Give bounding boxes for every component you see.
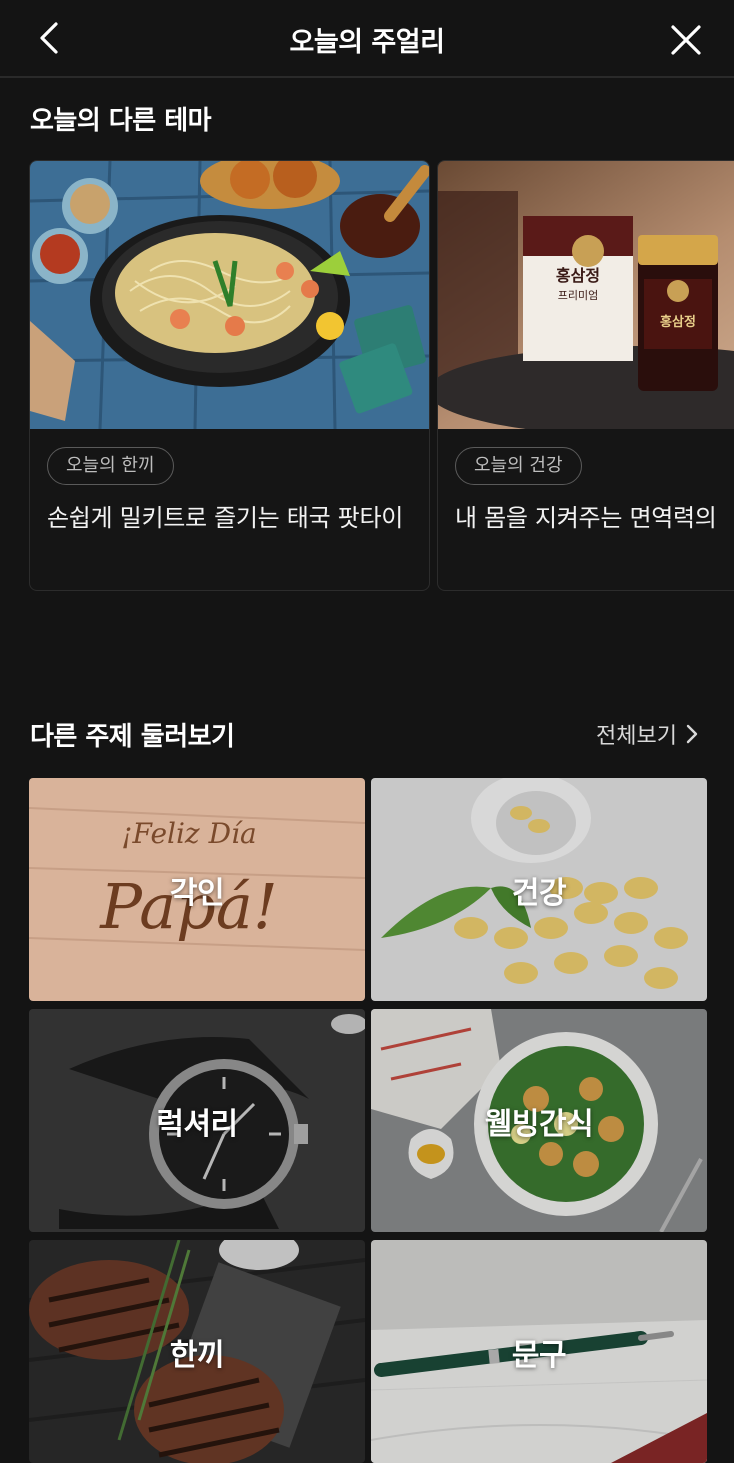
see-all-link[interactable]: 전체보기 xyxy=(596,718,699,750)
topic-label: 럭셔리 xyxy=(156,1106,238,1142)
engraving-line-1: ¡Feliz Día xyxy=(121,817,256,850)
topic-label: 문구 xyxy=(511,1337,567,1373)
see-all-label: 전체보기 xyxy=(596,724,677,749)
box-sub-text: 프리미엄 xyxy=(558,289,598,302)
box-brand-text: 홍삼정 xyxy=(556,266,600,285)
top-app-bar: 오늘의 주얼리 xyxy=(0,0,734,78)
topic-tile-engraving[interactable]: ¡Feliz Día Papá! 각인 xyxy=(29,778,365,1001)
themes-section-title: 오늘의 다른 테마 xyxy=(30,106,212,136)
topic-tile-stationery[interactable]: 문구 xyxy=(371,1240,707,1463)
theme-chip: 오늘의 한끼 xyxy=(47,447,174,485)
topics-section-title: 다른 주제 둘러보기 xyxy=(30,722,235,752)
topic-label: 한끼 xyxy=(169,1337,225,1373)
red-ginseng-image: 홍삼정 프리미엄 홍삼정 xyxy=(438,161,734,429)
page-title: 오늘의 주얼리 xyxy=(289,27,445,58)
theme-card-health[interactable]: 홍삼정 프리미엄 홍삼정 오늘의 건강 내 몸을 지켜주는 면역력의 xyxy=(437,160,734,591)
topic-tile-meal[interactable]: 한끼 xyxy=(29,1240,365,1463)
theme-description: 내 몸을 지켜주는 면역력의 xyxy=(455,504,717,532)
close-icon[interactable] xyxy=(664,18,708,62)
topic-tile-wellbeing[interactable]: 웰빙간식 xyxy=(371,1009,707,1232)
topic-label: 각인 xyxy=(169,875,225,911)
theme-description: 손쉽게 밀키트로 즐기는 태국 팟타이 xyxy=(47,504,404,532)
jar-label-text: 홍삼정 xyxy=(660,314,696,330)
topic-tile-health[interactable]: 건강 xyxy=(371,778,707,1001)
chevron-right-icon xyxy=(686,724,698,744)
theme-carousel[interactable]: 오늘의 한끼 손쉽게 밀키트로 즐기는 태국 팟타이 홍삼정 프리미엄 홍삼정 … xyxy=(29,160,734,592)
topic-label: 건강 xyxy=(511,875,567,911)
topic-tile-luxury[interactable]: 럭셔리 xyxy=(29,1009,365,1232)
theme-card-meal[interactable]: 오늘의 한끼 손쉽게 밀키트로 즐기는 태국 팟타이 xyxy=(29,160,430,591)
theme-chip: 오늘의 건강 xyxy=(455,447,582,485)
topic-label: 웰빙간식 xyxy=(484,1106,594,1142)
pad-thai-image xyxy=(30,161,429,429)
